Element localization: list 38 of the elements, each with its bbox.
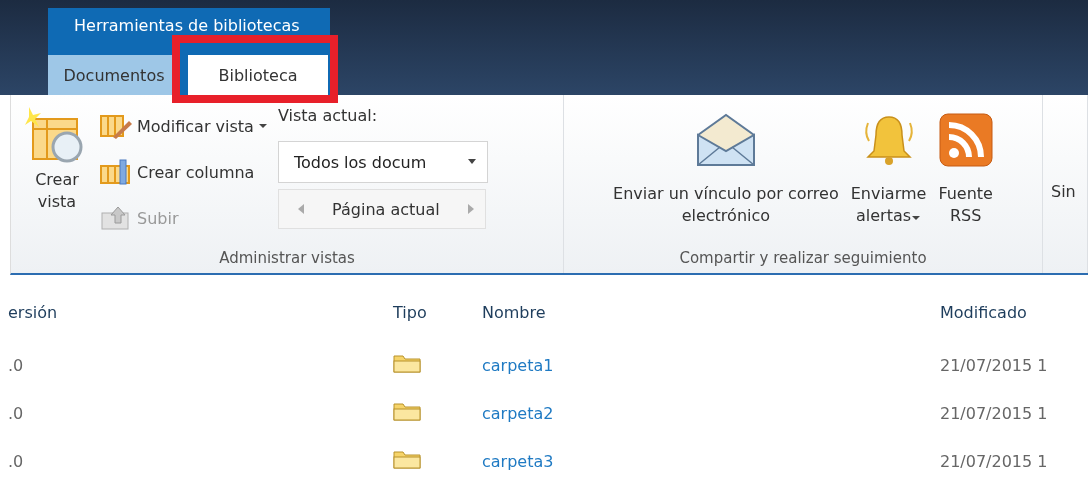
group-label: Compartir y realizar seguimiento [678, 249, 928, 269]
column-header[interactable]: ersión [8, 302, 58, 322]
group-label: Administrar vistas [218, 249, 356, 269]
contextual-group-title: Herramientas de bibliotecas [74, 16, 300, 35]
page-label: Página actual [332, 199, 440, 219]
ribbon-button[interactable]: Fuente RSS [934, 113, 997, 233]
rss-icon [938, 113, 993, 167]
create-view-button[interactable]: Crear vista [11, 105, 97, 225]
table-cell: 21/07/2015 1 [940, 403, 1048, 423]
table-cell: .0 [8, 403, 24, 423]
table-cell: .0 [8, 355, 24, 375]
table-cell: 21/07/2015 1 [940, 355, 1048, 375]
table-cell: .0 [8, 451, 24, 471]
ribbon-button[interactable]: Enviarme alertas [846, 113, 931, 233]
folder-link[interactable]: carpeta3 [482, 451, 554, 471]
table-column-icon [99, 159, 133, 185]
caret-icon [257, 123, 268, 129]
column-header[interactable]: Nombre [482, 302, 546, 322]
ribbon-button[interactable]: Sin [1051, 182, 1087, 201]
next-icon[interactable] [466, 203, 475, 215]
caret-icon [466, 159, 477, 165]
ribbon-button[interactable]: Enviar un vínculo por correo electrónico [609, 113, 843, 233]
ribbon-tab[interactable]: Biblioteca [188, 55, 328, 95]
column-header[interactable]: Tipo [393, 302, 427, 322]
column-header[interactable]: Modificado [940, 302, 1027, 322]
caret-icon [911, 215, 922, 221]
table-cell: 21/07/2015 1 [940, 451, 1048, 471]
table-pencil-icon [99, 113, 133, 139]
previous-icon[interactable] [296, 203, 305, 215]
ribbon-button[interactable]: Modificar vista [97, 105, 270, 147]
view-dropdown[interactable]: Todos los docum [277, 141, 488, 183]
folder-link[interactable]: carpeta1 [482, 355, 554, 375]
folder-icon [393, 449, 421, 469]
folder-link[interactable]: carpeta2 [482, 403, 554, 423]
ribbon-button[interactable]: Crear columna [97, 151, 270, 193]
folder-icon [393, 401, 421, 421]
folder-icon [393, 353, 421, 373]
current-view-label: Vista actual: [277, 105, 379, 127]
